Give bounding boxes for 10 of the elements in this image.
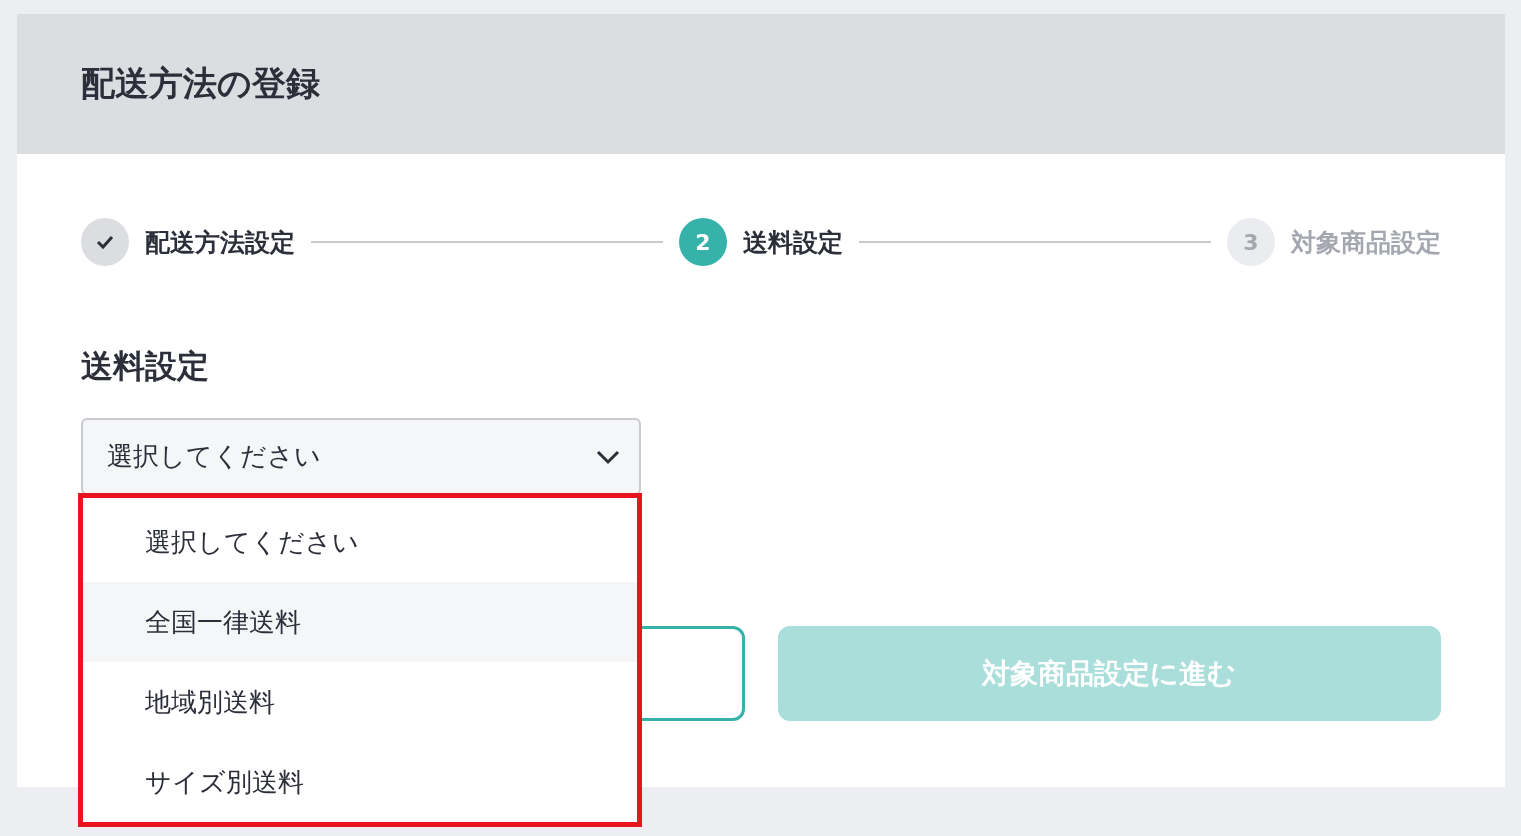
- step-label: 配送方法設定: [145, 226, 295, 259]
- page-title: 配送方法の登録: [81, 62, 320, 105]
- chevron-down-icon: [595, 448, 621, 465]
- step-label: 送料設定: [743, 226, 843, 259]
- dropdown-option[interactable]: 全国一律送料: [83, 582, 637, 662]
- section-title: 送料設定: [81, 346, 210, 386]
- step-number: 3: [1227, 218, 1275, 266]
- step-number: 2: [679, 218, 727, 266]
- select-field[interactable]: 選択してください: [81, 418, 641, 495]
- step-label: 対象商品設定: [1291, 226, 1441, 259]
